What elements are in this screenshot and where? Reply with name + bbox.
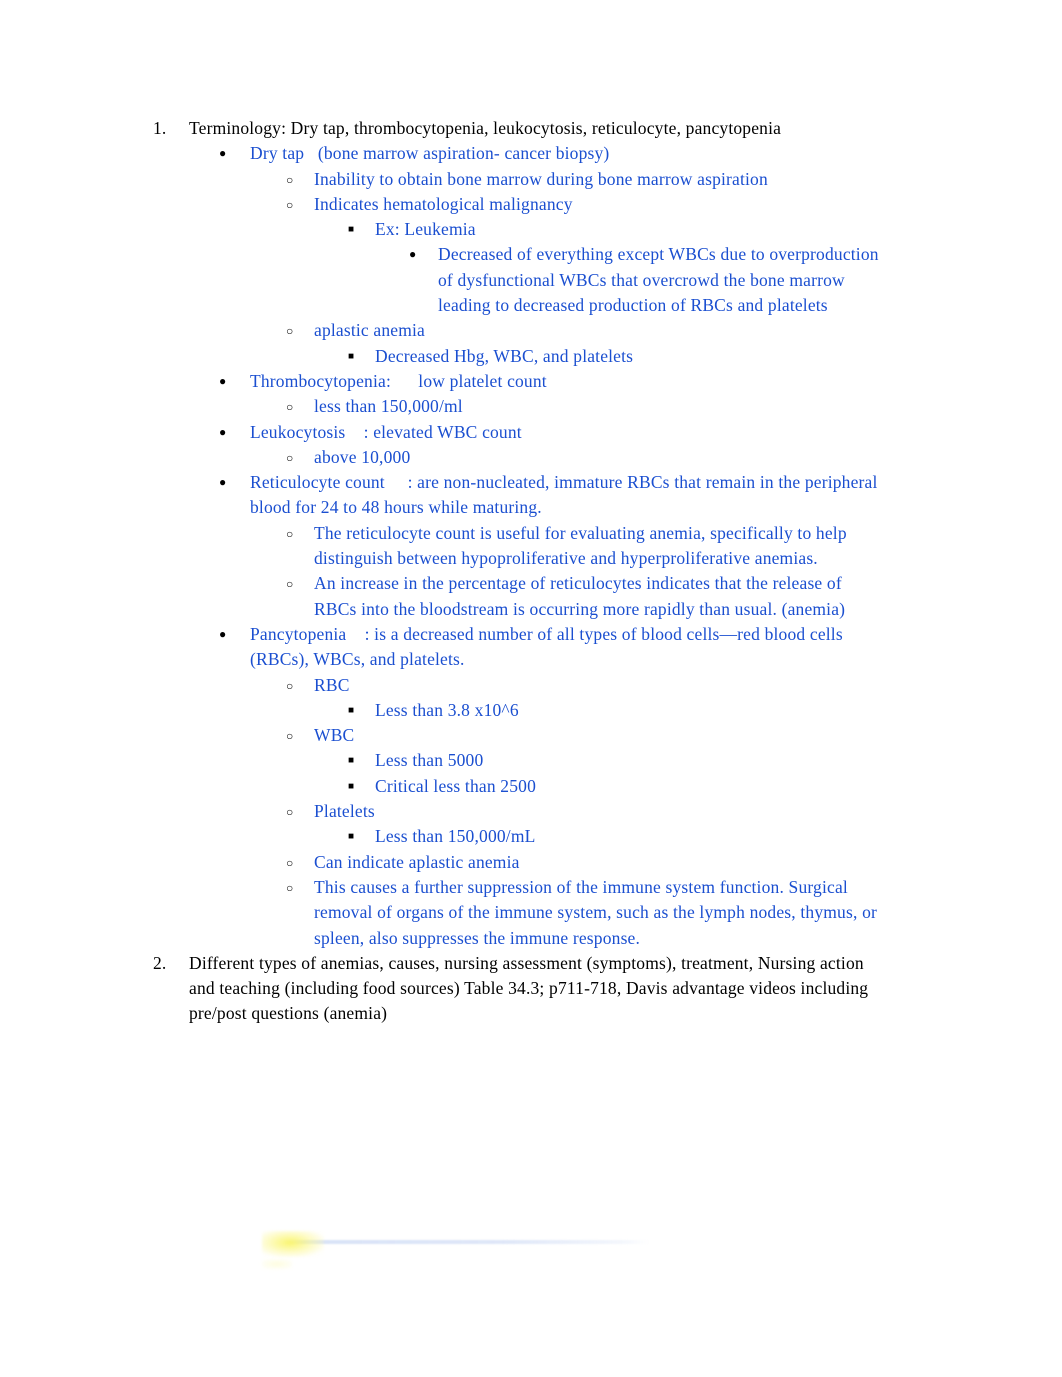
bullet-square-icon — [348, 748, 368, 774]
outline-item-rbc: RBC — [0, 673, 1062, 698]
outline-item-can-indicate-aplastic: Can indicate aplastic anemia — [0, 850, 1062, 875]
bullet-circle-icon — [286, 318, 306, 344]
outline-item-text: An increase in the percentage of reticul… — [314, 573, 847, 619]
outline-item-text: Leukocytosis : elevated WBC count — [250, 421, 522, 442]
bullet-square-icon — [348, 344, 368, 370]
bullet-square-icon — [348, 774, 368, 800]
outline-item-thrombocytopenia: Thrombocytopenia: low platelet count — [0, 369, 1062, 394]
outline-list: 1. Terminology: Dry tap, thrombocytopeni… — [0, 116, 1062, 1027]
outline-item-terminology: 1. Terminology: Dry tap, thrombocytopeni… — [0, 116, 1062, 141]
bullet-disc-icon — [219, 369, 239, 394]
outline-item-text: less than 150,000/ml — [314, 396, 463, 417]
bullet-circle-icon — [286, 723, 306, 749]
bullet-circle-icon — [286, 875, 306, 901]
outline-item-text: RBC — [314, 674, 350, 695]
outline-item-text: Dry tap (bone marrow aspiration- cancer … — [250, 143, 610, 164]
outline-item-wbc-critical: Critical less than 2500 — [0, 774, 1062, 799]
bullet-circle-icon — [286, 167, 306, 193]
outline-item-text: Less than 150,000/mL — [375, 826, 536, 847]
outline-item-decreased-everything: Decreased of everything except WBCs due … — [0, 242, 1062, 318]
outline-item-inability: Inability to obtain bone marrow during b… — [0, 167, 1062, 192]
bullet-square-icon — [348, 824, 368, 850]
outline-item-text: Decreased of everything except WBCs due … — [438, 244, 884, 316]
bullet-circle-icon — [286, 521, 306, 547]
bullet-disc-icon — [409, 242, 429, 267]
outline-item-platelet-threshold: less than 150,000/ml — [0, 394, 1062, 419]
outline-item-ex-leukemia: Ex: Leukemia — [0, 217, 1062, 242]
outline-item-text: This causes a further suppression of the… — [314, 876, 882, 948]
outline-item-rbc-value: Less than 3.8 x10^6 — [0, 698, 1062, 723]
bullet-circle-icon — [286, 673, 306, 699]
outline-item-text: WBC — [314, 725, 355, 746]
outline-item-further-suppression: This causes a further suppression of the… — [0, 875, 1062, 951]
outline-item-dry-tap: Dry tap (bone marrow aspiration- cancer … — [0, 141, 1062, 166]
bullet-square-icon — [348, 698, 368, 724]
outline-item-anemias: 2. Different types of anemias, causes, n… — [0, 951, 1062, 1027]
outline-item-wbc: WBC — [0, 723, 1062, 748]
bullet-disc-icon — [219, 622, 239, 647]
outline-item-text: Decreased Hbg, WBC, and platelets — [375, 345, 634, 366]
bullet-disc-icon — [219, 420, 239, 445]
outline-item-text: above 10,000 — [314, 446, 411, 467]
outline-item-decreased-hbg: Decreased Hbg, WBC, and platelets — [0, 344, 1062, 369]
faint-horizontal-rule — [282, 1240, 650, 1244]
outline-item-text: Less than 5000 — [375, 750, 484, 771]
outline-item-text: aplastic anemia — [314, 320, 425, 341]
bullet-circle-icon — [286, 394, 306, 420]
outline-item-retic-increase: An increase in the percentage of reticul… — [0, 571, 1062, 622]
outline-item-leukocytosis: Leukocytosis : elevated WBC count — [0, 420, 1062, 445]
bullet-disc-icon — [219, 470, 239, 495]
outline-item-text: Pancytopenia : is a decreased number of … — [250, 623, 848, 670]
outline-item-platelets: Platelets — [0, 799, 1062, 824]
outline-item-text: Can indicate aplastic anemia — [314, 851, 520, 872]
outline-item-wbc-threshold: above 10,000 — [0, 445, 1062, 470]
outline-item-text: Platelets — [314, 801, 375, 822]
outline-item-retic-useful: The reticulocyte count is useful for eva… — [0, 521, 1062, 572]
outline-item-pancytopenia: Pancytopenia : is a decreased number of … — [0, 622, 1062, 673]
bullet-circle-icon — [286, 571, 306, 597]
bullet-circle-icon — [286, 192, 306, 218]
outline-item-indicates-malignancy: Indicates hematological malignancy — [0, 192, 1062, 217]
yellow-highlight-mark — [262, 1231, 324, 1257]
outline-item-text: Reticulocyte count : are non-nucleated, … — [250, 472, 883, 518]
outline-item-wbc-value: Less than 5000 — [0, 748, 1062, 773]
bullet-circle-icon — [286, 850, 306, 876]
outline-item-text: Terminology: Dry tap, thrombocytopenia, … — [189, 118, 782, 138]
outline-item-reticulocyte-count: Reticulocyte count : are non-nucleated, … — [0, 470, 1062, 521]
outline-item-text: Different types of anemias, causes, nurs… — [189, 952, 873, 1024]
outline-item-text: Thrombocytopenia: low platelet count — [250, 370, 547, 391]
list-marker-number-2: 2. — [153, 952, 167, 973]
outline-item-text: The reticulocyte count is useful for eva… — [314, 522, 852, 569]
bullet-circle-icon — [286, 445, 306, 471]
bullet-disc-icon — [219, 141, 239, 166]
bullet-square-icon — [348, 217, 368, 243]
outline-item-text: Inability to obtain bone marrow during b… — [314, 168, 768, 189]
outline-item-platelets-value: Less than 150,000/mL — [0, 824, 1062, 849]
bullet-circle-icon — [286, 799, 306, 825]
yellow-highlight-mark-secondary — [262, 1259, 292, 1269]
outline-item-text: Ex: Leukemia — [375, 219, 476, 240]
list-marker-number-1: 1. — [153, 118, 167, 138]
outline-item-text: Critical less than 2500 — [375, 775, 537, 796]
outline-item-text: Less than 3.8 x10^6 — [375, 699, 519, 720]
document-page: 1. Terminology: Dry tap, thrombocytopeni… — [0, 0, 1062, 1377]
outline-item-aplastic-anemia: aplastic anemia — [0, 318, 1062, 343]
outline-item-text: Indicates hematological malignancy — [314, 193, 573, 214]
